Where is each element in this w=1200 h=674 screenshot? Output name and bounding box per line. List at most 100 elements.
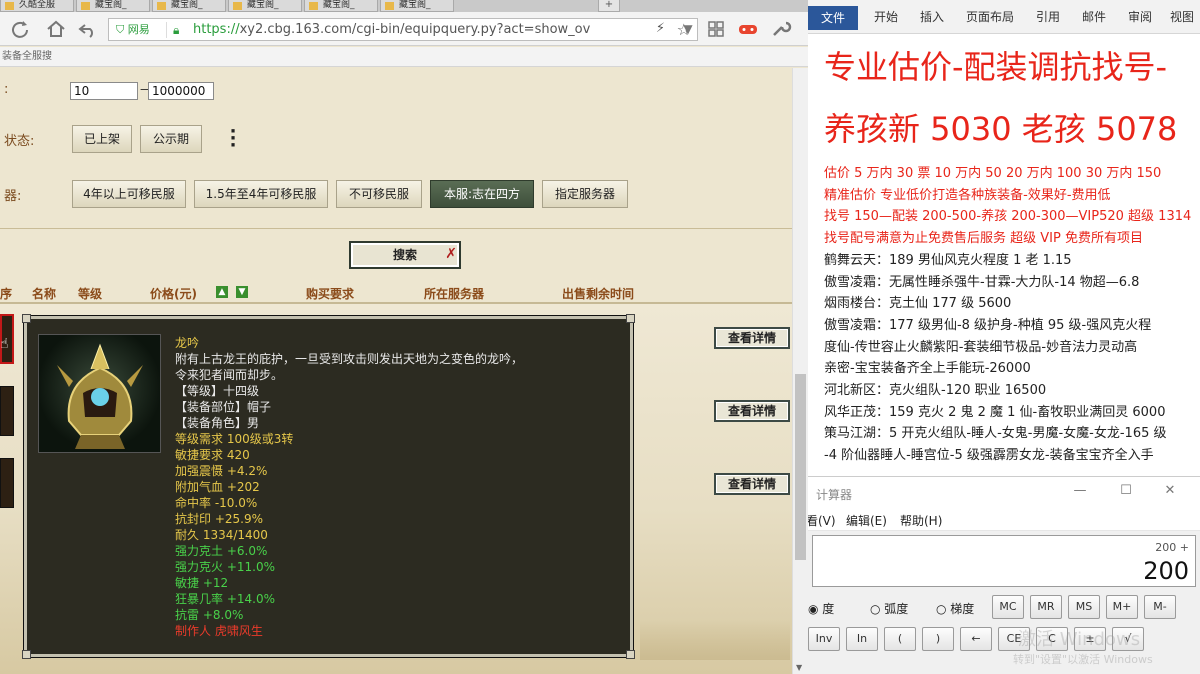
browser-tab[interactable]: 藏宝阁_ — [228, 0, 302, 12]
ribbon-tab-references[interactable]: 引用 — [1036, 8, 1060, 25]
sort-down-icon[interactable]: ▼ — [236, 286, 248, 298]
item-level-req: 等级需求 100级或3转 — [175, 432, 294, 446]
calculator-menubar: 看(V) 编辑(E) 帮助(H) — [808, 509, 1200, 531]
item-description: 龙吟 附有上古龙王的庇护，一旦受到攻击则发出天地为之变色的龙吟， 令来犯者闻而却… — [175, 335, 615, 639]
ribbon-tab-home[interactable]: 开始 — [874, 8, 898, 25]
ribbon-tab-insert[interactable]: 插入 — [920, 8, 944, 25]
sort-up-icon[interactable]: ▲ — [216, 286, 228, 298]
price-max-input[interactable]: 1000000 — [148, 82, 214, 100]
item-bonus-attr: 敏捷 +12 — [175, 576, 229, 590]
calculator-title: 计算器 — [816, 488, 853, 502]
address-bar[interactable]: ⛉ 网易 🔒︎ https://xy2.cbg.163.com/cgi-bin/… — [108, 18, 698, 41]
mode-radian-radio[interactable]: ○ 弧度 — [870, 600, 908, 617]
browser-tab[interactable]: 藏宝阁_ — [304, 0, 378, 12]
item-thumbnail[interactable] — [0, 458, 14, 508]
col-price-header[interactable]: 价格(元) — [150, 285, 197, 302]
refresh-icon[interactable] — [8, 17, 32, 41]
col-name-header: 名称 — [32, 287, 57, 301]
server-no-migrate-button[interactable]: 不可移民服 — [336, 180, 422, 208]
wrench-icon[interactable] — [768, 17, 792, 41]
document-line: 精准估价 专业低价打造各种族装备-效果好-费用低 — [824, 187, 1111, 203]
calculator-key[interactable]: ← — [960, 627, 992, 651]
more-vertical-icon[interactable]: · · · — [228, 123, 238, 155]
undo-icon[interactable] — [76, 17, 100, 41]
url-path: xy2.cbg.163.com/cgi-bin/equipquery.py?ac… — [239, 22, 591, 37]
server-1-5yr-button[interactable]: 1.5年至4年可移民服 — [194, 180, 328, 208]
mouse-cursor-icon: ☝ — [0, 336, 9, 352]
site-favicon-icon — [385, 2, 394, 10]
gamepad-icon[interactable] — [736, 17, 760, 41]
view-detail-button[interactable]: 查看详情 — [714, 327, 790, 349]
server-current-button[interactable]: 本服:志在四方 — [430, 180, 534, 208]
item-desc-line: 令来犯者闻而却步。 — [175, 368, 284, 382]
memory-button[interactable]: M- — [1144, 595, 1176, 619]
status-public-button[interactable]: 公示期 — [140, 125, 202, 153]
site-favicon-icon — [309, 2, 318, 10]
calculator-key[interactable]: Inv — [808, 627, 840, 651]
ribbon-tab-layout[interactable]: 页面布局 — [966, 8, 1014, 25]
mode-gradian-radio[interactable]: ○ 梯度 — [936, 600, 974, 617]
calculator-titlebar: 计算器 — ☐ ✕ — [808, 477, 1200, 509]
calculator-key[interactable]: In — [846, 627, 878, 651]
document-line: 养孩新 5030 老孩 5078 — [824, 110, 1178, 148]
browser-tab[interactable]: 藏宝阁_ — [380, 0, 454, 12]
home-icon[interactable] — [44, 17, 68, 41]
status-listed-button[interactable]: 已上架 — [72, 125, 132, 153]
col-requirement-header: 购买要求 — [306, 287, 355, 301]
price-min-input[interactable]: 10 — [70, 82, 138, 100]
tab-label: 藏宝阁_ — [247, 0, 279, 10]
document-line: 专业估价-配装调抗找号- — [824, 48, 1168, 86]
search-button[interactable]: 搜索 ✗ — [349, 241, 461, 269]
item-attr: 命中率 -10.0% — [175, 496, 258, 510]
tab-label: 藏宝阁_ — [171, 0, 203, 10]
close-icon[interactable]: ✕ — [1160, 483, 1180, 501]
document-line: 河北新区：克火组队-120 职业 16500 — [824, 383, 1047, 398]
menu-view[interactable]: 看(V) — [808, 512, 836, 529]
item-thumbnail[interactable] — [0, 386, 14, 436]
memory-button[interactable]: MC — [992, 595, 1024, 619]
document-line: 找号 150—配装 200-500-养孩 200-300—VIP520 超级 1… — [824, 209, 1192, 225]
price-label: : — [4, 82, 9, 97]
document-line: 傲雪凌霜：177 级男仙-8 级护身-种植 95 级-强风克火程 — [824, 317, 1152, 333]
calculator-key[interactable]: ) — [922, 627, 954, 651]
ribbon-tab-file[interactable]: 文件 — [808, 6, 858, 30]
document-body[interactable]: 专业估价-配装调抗找号- 养孩新 5030 老孩 5078 估价 5 万内 30 票… — [808, 34, 1200, 476]
status-label: 状态: — [4, 134, 35, 149]
ribbon-tab-mailings[interactable]: 邮件 — [1082, 8, 1106, 25]
minimize-icon[interactable]: — — [1070, 483, 1090, 501]
browser-toolbar: ⛉ 网易 🔒︎ https://xy2.cbg.163.com/cgi-bin/… — [0, 12, 808, 46]
ribbon-tab-review[interactable]: 审阅 — [1128, 8, 1152, 25]
item-name: 龙吟 — [175, 336, 200, 350]
scroll-down-icon[interactable]: ▼ — [796, 663, 802, 672]
mode-degree-radio[interactable]: ◉ 度 — [808, 600, 834, 617]
menu-help[interactable]: 帮助(H) — [900, 512, 942, 529]
url-text[interactable]: https://xy2.cbg.163.com/cgi-bin/equipque… — [193, 19, 590, 40]
menu-edit[interactable]: 编辑(E) — [846, 512, 887, 529]
browser-tab[interactable]: 久酷全服 — [0, 0, 74, 12]
document-line: 找号配号满意为止免费售后服务 超级 VIP 免费所有项目 — [824, 231, 1143, 247]
item-attr: 加强震慑 +4.2% — [175, 464, 268, 478]
page-scrollbar[interactable]: ▼ — [792, 68, 808, 674]
ribbon-tab-view[interactable]: 视图 — [1170, 8, 1194, 25]
view-detail-button[interactable]: 查看详情 — [714, 400, 790, 422]
browser-tab[interactable]: 藏宝阁_ — [76, 0, 150, 12]
document-line: 傲雪凌霜：无属性睡杀强牛-甘霖-大力队-14 物超—6.8 — [824, 274, 1140, 290]
browser-tab[interactable]: 藏宝阁_ — [152, 0, 226, 12]
lightning-icon[interactable]: ⚡ — [656, 21, 665, 36]
memory-button[interactable]: M+ — [1106, 595, 1138, 619]
memory-button[interactable]: MS — [1068, 595, 1100, 619]
memory-button[interactable]: MR — [1030, 595, 1062, 619]
server-4yr-button[interactable]: 4年以上可移民服 — [72, 180, 186, 208]
server-specify-button[interactable]: 指定服务器 — [542, 180, 628, 208]
new-tab-button[interactable]: + — [598, 0, 620, 12]
calculator-key[interactable]: ( — [884, 627, 916, 651]
maximize-icon[interactable]: ☐ — [1116, 483, 1136, 501]
view-detail-button[interactable]: 查看详情 — [714, 473, 790, 495]
bookmark-item[interactable]: 装备全服搜 — [2, 51, 52, 62]
grid-icon[interactable] — [704, 17, 728, 41]
calculator-expression: 200 + — [1155, 541, 1189, 554]
document-line: 策马江湖：5 开克火组队-睡人-女鬼-男魔-女魔-女龙-165 级 — [824, 426, 1167, 442]
dropdown-arrow-icon[interactable]: ▼ — [676, 17, 700, 41]
document-line: 风华正茂：159 克火 2 鬼 2 魔 1 仙-畜牧职业满回灵 6000 — [824, 404, 1166, 420]
scrollbar-thumb[interactable] — [795, 374, 806, 560]
